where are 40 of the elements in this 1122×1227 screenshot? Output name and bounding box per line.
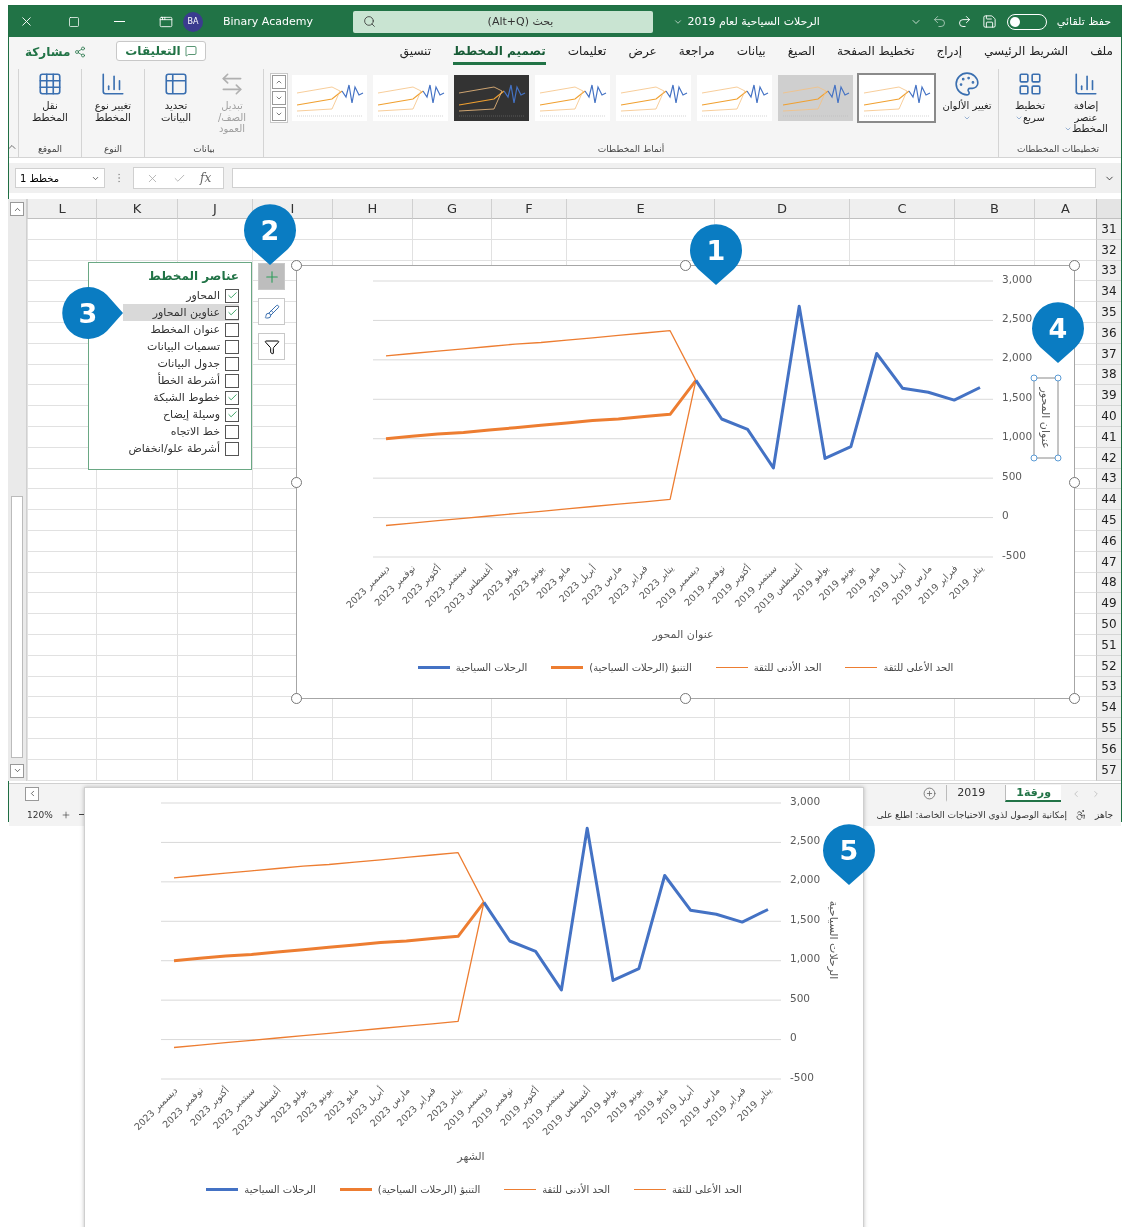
legend-label: التنبؤ (الرحلات السياحية) <box>589 662 692 673</box>
callout-badge: 1 <box>690 224 742 285</box>
tick-label: 1,500 <box>790 912 821 925</box>
tick-label: 3,000 <box>1002 272 1033 285</box>
tick-label: 0 <box>1002 509 1009 522</box>
tick-label: 2,500 <box>1002 312 1033 325</box>
group-label: بيانات <box>192 144 216 156</box>
autosave-label: حفظ تلقائي <box>1056 15 1111 28</box>
legend-label: الحد الأدنى للثقة <box>753 662 822 673</box>
tick-label: 1,000 <box>1002 430 1033 443</box>
tick-label: 2,000 <box>790 873 821 886</box>
axis-title: الشهر <box>457 1150 485 1163</box>
callout-badge: 3 <box>62 287 123 339</box>
callout-badge: 4 <box>1032 302 1084 363</box>
tick-label: 0 <box>790 1031 797 1044</box>
callout-badge: 5 <box>823 824 875 885</box>
legend-label: التنبؤ (الرحلات السياحية) <box>377 1184 481 1195</box>
legend-label: الحد الأعلى للثقة <box>883 662 954 673</box>
tick-label: -500 <box>790 1070 814 1083</box>
tick-label: 3,000 <box>790 794 821 807</box>
user-name: Binary Academy <box>223 15 313 28</box>
legend-label: الرحلات السياحية <box>455 662 528 673</box>
tick-label: 2,500 <box>790 834 821 847</box>
y-axis-title: عنوان المحور <box>1039 386 1052 449</box>
group-label: الموقع <box>36 144 64 156</box>
tick-label: 1,500 <box>1002 390 1033 403</box>
tick-label: 500 <box>1002 469 1023 482</box>
legend-label: الحد الأعلى للثقة <box>671 1184 742 1195</box>
legend-label: الرحلات السياحية <box>244 1184 316 1195</box>
group-label: النوع <box>103 144 123 156</box>
panel-title: عناصر المخطط <box>147 269 239 283</box>
group-label: أنماط المخططات <box>596 144 666 156</box>
tick-label: 1,000 <box>790 952 821 965</box>
axis-title: عنوان المحور <box>652 628 714 641</box>
tick-label: 500 <box>790 991 811 1004</box>
status-text: جاهز <box>1094 809 1113 820</box>
tick-label: 2,000 <box>1002 351 1033 364</box>
tick-label: -500 <box>1002 548 1026 561</box>
group-label: تخطيطات المخططات <box>1015 144 1101 156</box>
legend-label: الحد الأدنى للثقة <box>542 1184 610 1195</box>
